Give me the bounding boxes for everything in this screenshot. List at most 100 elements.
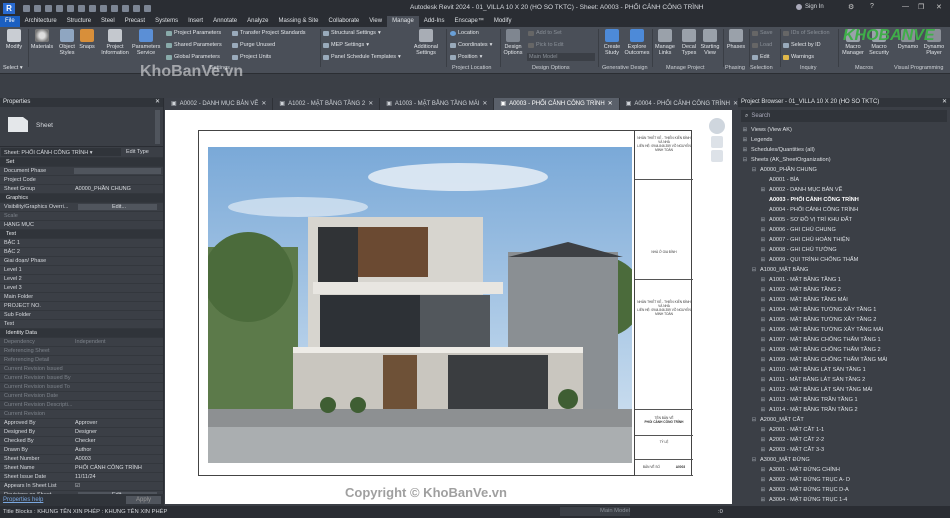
project-parameters-button[interactable]: Project Parameters	[166, 30, 221, 36]
properties-help-link[interactable]: Properties help	[3, 497, 43, 503]
instance-filter-dropdown[interactable]: Sheet: PHỐI CẢNH CÔNG TRÌNH ▾	[1, 148, 121, 156]
expand-toggle-icon[interactable]: ⊞	[760, 215, 766, 225]
browser-item[interactable]: ⊞ A3003 - MẶT ĐỨNG TRỤC D-A	[738, 485, 950, 495]
modify-button[interactable]: Modify	[3, 29, 25, 50]
browser-item[interactable]: ⊞ A0006 - GHI CHÚ CHUNG	[738, 225, 950, 235]
active-design-option[interactable]: Main Model	[560, 507, 630, 516]
edit-button[interactable]: Edit...	[78, 204, 157, 210]
close-hidden-icon[interactable]	[133, 4, 140, 12]
load-selection-button[interactable]: Load	[752, 42, 772, 48]
browser-item[interactable]: ⊞ A1007 - MẶT BẰNG CHỐNG THẤM TẦNG 1	[738, 335, 950, 345]
parameters-service-button[interactable]: Parameters Service	[132, 29, 160, 56]
browser-item[interactable]: ⊞ A0005 - SƠ ĐỒ VỊ TRÍ KHU ĐẤT	[738, 215, 950, 225]
sign-in[interactable]: Sign In	[796, 4, 824, 10]
browser-item[interactable]: ⊞ A3002 - MẶT ĐỨNG TRỤC A- D	[738, 475, 950, 485]
browser-item[interactable]: A0001 - BÌA	[738, 175, 950, 185]
zoom-icon[interactable]	[711, 136, 723, 148]
tab-view[interactable]: View	[364, 16, 387, 27]
explore-outcomes-button[interactable]: Explore Outcomes	[624, 29, 650, 56]
browser-item[interactable]: ⊞ A0009 - QUI TRÌNH CHỐNG THẤM	[738, 255, 950, 265]
browser-item[interactable]: ⊞ A0008 - GHI CHÚ TƯỜNG	[738, 245, 950, 255]
property-value[interactable]	[72, 320, 163, 328]
expand-toggle-icon[interactable]: ⊞	[760, 245, 766, 255]
section-icon[interactable]	[111, 4, 118, 12]
close-tab-icon[interactable]: ✕	[368, 98, 373, 110]
browser-item[interactable]: ⊞ A1011 - MẶT BẰNG LÁT SÀN TẦNG 2	[738, 375, 950, 385]
browser-item[interactable]: ⊟ A0000_PHẦN CHUNG	[738, 165, 950, 175]
property-value[interactable]	[72, 176, 163, 184]
project-units-button[interactable]: Project Units	[232, 54, 271, 60]
browser-item[interactable]: ⊞ A2001 - MẶT CẮT 1-1	[738, 425, 950, 435]
expand-toggle-icon[interactable]: ⊞	[760, 235, 766, 245]
view-cube-icon[interactable]	[709, 118, 725, 134]
expand-toggle-icon[interactable]: ⊞	[760, 345, 766, 355]
property-value[interactable]	[72, 221, 163, 229]
location-button[interactable]: Location	[450, 30, 479, 36]
tab-collaborate[interactable]: Collaborate	[324, 16, 365, 27]
design-options-button[interactable]: Design Options	[502, 29, 524, 56]
type-scroll[interactable]	[155, 110, 160, 144]
edit-type-button[interactable]: Edit Type	[122, 147, 163, 157]
materials-button[interactable]: Materials	[30, 29, 54, 50]
browser-item[interactable]: ⊞ A3001 - MẶT ĐỨNG CHÍNH	[738, 465, 950, 475]
property-value[interactable]: Designer	[72, 428, 163, 436]
expand-toggle-icon[interactable]: ⊞	[760, 395, 766, 405]
select-by-id-button[interactable]: Select by ID	[783, 42, 821, 48]
expand-toggle-icon[interactable]: ⊞	[760, 255, 766, 265]
browser-item[interactable]: ⊞ A2003 - MẶT CẮT 3-3	[738, 445, 950, 455]
browser-item[interactable]: ⊞ A1009 - MẶT BẰNG CHỐNG THẤM TẦNG MÁI	[738, 355, 950, 365]
maximize-icon[interactable]: ❐	[918, 3, 924, 11]
browser-item[interactable]: ⊟ A2000_MẶT CẮT	[738, 415, 950, 425]
browser-item[interactable]: ⊞ A1001 - MẶT BẰNG TẦNG 1	[738, 275, 950, 285]
expand-toggle-icon[interactable]: ⊞	[742, 125, 748, 135]
tab-architecture[interactable]: Architecture	[20, 16, 62, 27]
expand-toggle-icon[interactable]: ⊞	[760, 435, 766, 445]
additional-settings-button[interactable]: Additional Settings	[410, 29, 442, 56]
view-tab[interactable]: ▣ A0003 - PHỐI CẢNH CÔNG TRÌNH ✕	[494, 98, 619, 110]
minimize-icon[interactable]: —	[902, 3, 909, 10]
property-value[interactable]: A0000_PHẦN CHUNG	[72, 185, 163, 193]
close-properties-icon[interactable]: ✕	[155, 98, 160, 107]
expand-toggle-icon[interactable]: ⊞	[760, 465, 766, 475]
tab-systems[interactable]: Systems	[150, 16, 183, 27]
property-group[interactable]: Set	[0, 158, 163, 167]
expand-toggle-icon[interactable]: ⊞	[760, 445, 766, 455]
browser-item[interactable]: ⊟ Sheets (AK_SheetOrganization)	[738, 155, 950, 165]
browser-item[interactable]: ⊞ A3004 - MẶT ĐỨNG TRỤC 1-4	[738, 495, 950, 505]
property-value[interactable]: ☑	[72, 482, 163, 490]
add-to-set-button[interactable]: Add to Set	[528, 30, 562, 36]
browser-item[interactable]: A0003 - PHỐI CẢNH CÔNG TRÌNH	[738, 195, 950, 205]
view-tab[interactable]: ▣ A1002 - MẶT BẰNG TẦNG 2 ✕	[273, 98, 380, 110]
property-group[interactable]: Text	[0, 230, 163, 239]
warnings-button[interactable]: Warnings	[783, 54, 814, 60]
transfer-project-standards-button[interactable]: Transfer Project Standards	[232, 30, 306, 36]
expand-toggle-icon[interactable]: ⊞	[760, 305, 766, 315]
expand-toggle-icon[interactable]: ⊟	[751, 165, 757, 175]
purge-unused-button[interactable]: Purge Unused	[232, 42, 275, 48]
tab-analyze[interactable]: Analyze	[242, 16, 273, 27]
tab-manage[interactable]: Manage	[387, 16, 419, 27]
type-selector[interactable]: Sheet	[0, 107, 163, 147]
close-browser-icon[interactable]: ✕	[942, 98, 947, 107]
text-icon[interactable]	[89, 4, 96, 12]
snaps-button[interactable]: Snaps	[78, 29, 96, 50]
expand-toggle-icon[interactable]: ⊟	[751, 415, 757, 425]
object-styles-button[interactable]: Object Styles	[56, 29, 78, 56]
edit-selection-button[interactable]: Edit	[752, 54, 769, 60]
save-icon[interactable]	[34, 4, 41, 12]
expand-toggle-icon[interactable]: ⊞	[760, 355, 766, 365]
expand-toggle-icon[interactable]: ⊞	[760, 275, 766, 285]
manage-links-button[interactable]: Manage Links	[654, 29, 676, 56]
browser-item[interactable]: ⊞ A1013 - MẶT BẰNG TRẦN TẦNG 1	[738, 395, 950, 405]
property-group[interactable]: Graphics	[0, 194, 163, 203]
tab-massing-site[interactable]: Massing & Site	[273, 16, 323, 27]
property-value[interactable]: PHỐI CẢNH CÔNG TRÌNH	[72, 464, 163, 472]
property-value[interactable]	[72, 239, 163, 247]
expand-toggle-icon[interactable]: ⊞	[760, 325, 766, 335]
expand-toggle-icon[interactable]: ⊞	[760, 405, 766, 415]
browser-item[interactable]: ⊞ A1012 - MẶT BẰNG LÁT SÀN TẦNG MÁI	[738, 385, 950, 395]
property-value[interactable]	[72, 257, 163, 265]
expand-toggle-icon[interactable]: ⊞	[760, 185, 766, 195]
thin-lines-icon[interactable]	[122, 4, 129, 12]
select-dropdown[interactable]: Select ▾	[3, 65, 23, 71]
